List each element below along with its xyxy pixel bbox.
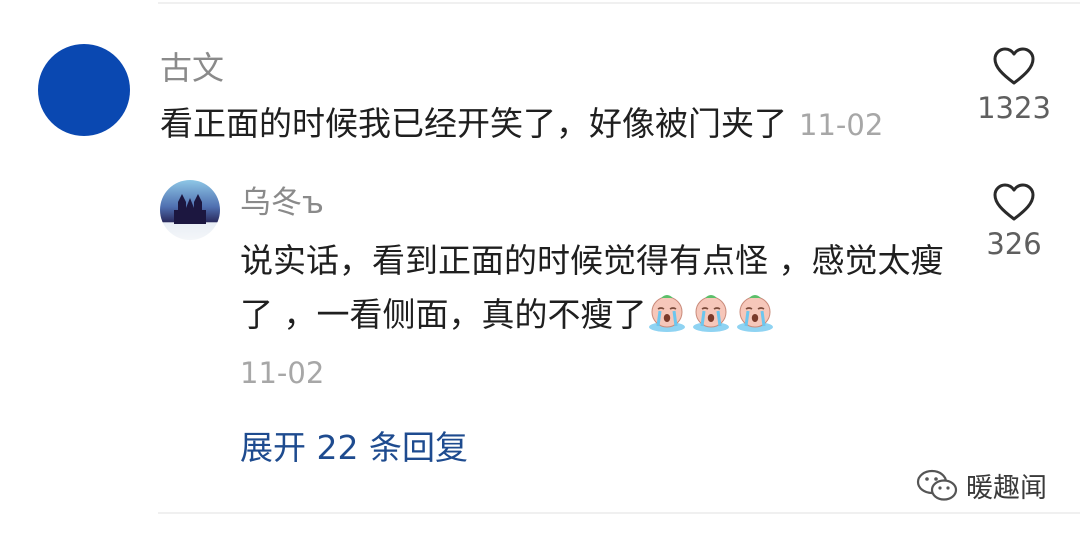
- avatar[interactable]: [38, 44, 130, 136]
- castle-avatar-image: [174, 194, 206, 224]
- reply-date: 11-02: [240, 356, 325, 390]
- like-count: 326: [986, 227, 1042, 261]
- heart-outline-icon: [993, 47, 1035, 85]
- comment-text: 看正面的时候我已经开笑了，好像被门夹了: [160, 104, 787, 143]
- comment-body[interactable]: 看正面的时候我已经开笑了，好像被门夹了 11-02: [160, 104, 883, 144]
- watermark: 暖趣闻: [916, 466, 1047, 505]
- reply-author[interactable]: 乌冬ъ: [240, 188, 324, 219]
- watermark-text: 暖趣闻: [966, 473, 1047, 504]
- comment-like-button[interactable]: 1323: [974, 46, 1054, 123]
- comment-date: 11-02: [799, 108, 884, 142]
- expand-replies-link[interactable]: 展开 22 条回复: [240, 428, 468, 468]
- emoji-row: [647, 295, 779, 334]
- wechat-icon: [916, 469, 958, 501]
- top-divider: [158, 2, 1080, 4]
- comment-author[interactable]: 古文: [160, 52, 224, 84]
- like-count: 1323: [977, 91, 1051, 125]
- reply-body[interactable]: 说实话，看到正面的时候觉得有点怪 ，感觉太瘦了 ，一看侧面，真的不瘦了: [240, 234, 960, 342]
- bottom-divider: [158, 512, 1080, 514]
- crying-emoji: [692, 295, 729, 332]
- reply-text: 说实话，看到正面的时候觉得有点怪 ，感觉太瘦了 ，一看侧面，真的不瘦了: [240, 241, 944, 334]
- crying-emoji: [736, 295, 773, 332]
- reply-avatar[interactable]: [160, 180, 220, 240]
- crying-emoji: [648, 295, 685, 332]
- reply-like-button[interactable]: 326: [974, 182, 1054, 259]
- heart-outline-icon: [993, 183, 1035, 221]
